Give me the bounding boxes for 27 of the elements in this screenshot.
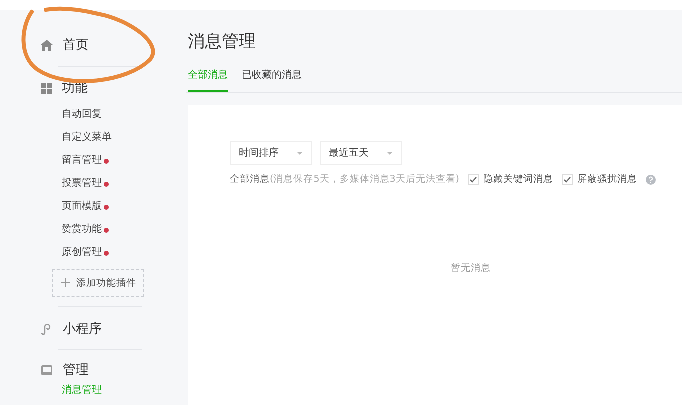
nav-item[interactable]: 自动回复 (62, 107, 186, 123)
tray-icon (41, 364, 53, 376)
info-note: (消息保存5天，多媒体消息3天后无法查看) (270, 173, 460, 186)
checkmark-icon (564, 176, 571, 182)
nav-item[interactable]: 原创管理 (62, 245, 186, 261)
nav-section-label[interactable]: 小程序 (63, 320, 102, 338)
home-icon (41, 40, 53, 50)
nav-item[interactable]: 自定义菜单 (62, 130, 186, 146)
empty-message: 暂无消息 (450, 262, 491, 275)
dropdown[interactable]: 时间排序 (230, 141, 312, 165)
help-icon[interactable] (646, 174, 656, 184)
nav-item[interactable]: 赞赏功能 (62, 222, 186, 238)
grid-icon (41, 82, 52, 94)
info-label: 全部消息 (230, 173, 270, 186)
tab[interactable]: 已收藏的消息 (242, 64, 302, 92)
nav-item[interactable]: 留言管理 (62, 153, 186, 169)
nav-section-label[interactable]: 首页 (63, 36, 89, 54)
nav-section-label[interactable]: 管理 (63, 361, 89, 379)
checkbox-option[interactable]: 屏蔽骚扰消息 (562, 173, 638, 186)
add-plugin-button[interactable]: + 添加功能插件 (52, 269, 144, 297)
nav-item[interactable]: 投票管理 (62, 176, 186, 192)
dropdown[interactable]: 最近五天 (320, 141, 402, 165)
link-icon (41, 323, 53, 335)
page-title: 消息管理 (187, 31, 256, 54)
checkbox-option[interactable]: 隐藏关键词消息 (468, 173, 554, 186)
checkmark-icon (470, 176, 477, 182)
nav-item[interactable]: 页面模版 (62, 199, 186, 215)
